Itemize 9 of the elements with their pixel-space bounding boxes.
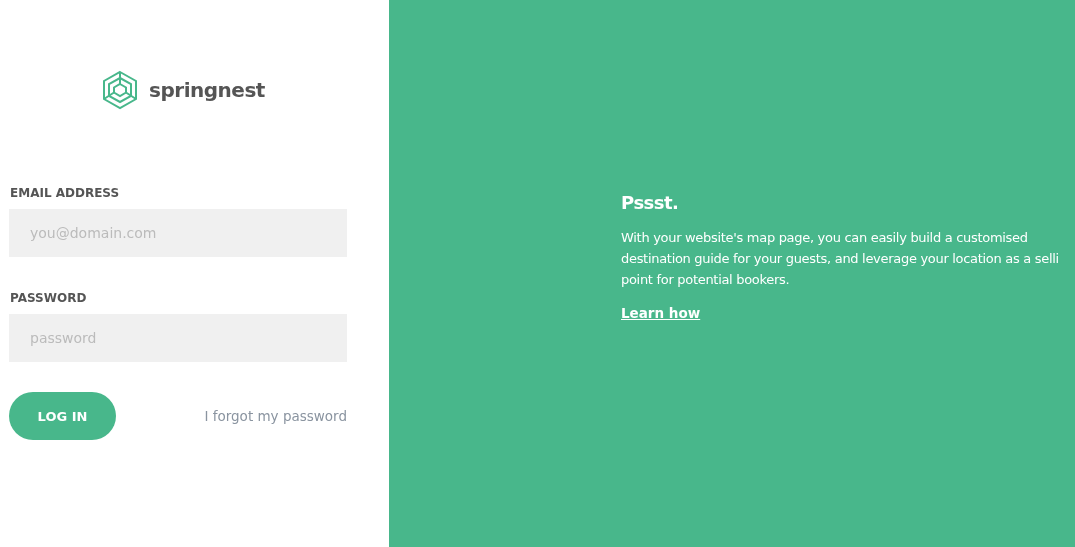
promo-text: With your website's map page, you can easily build a customised destination guide for your guests, and leverage your location as a selli point for potential bookers. [621,229,1060,289]
field-label: PASSWORD [10,291,87,305]
learn-how-link[interactable]: Learn how [621,305,701,321]
field-label: EMAIL ADDRESS [10,186,120,200]
hexagon-logo-icon [101,70,140,110]
brand-name: springnest [149,78,265,102]
forgot-password-link[interactable]: I forgot my password [204,408,347,424]
login-button[interactable]: LOG IN [9,392,116,440]
promo-title: Pssst. [621,192,680,213]
